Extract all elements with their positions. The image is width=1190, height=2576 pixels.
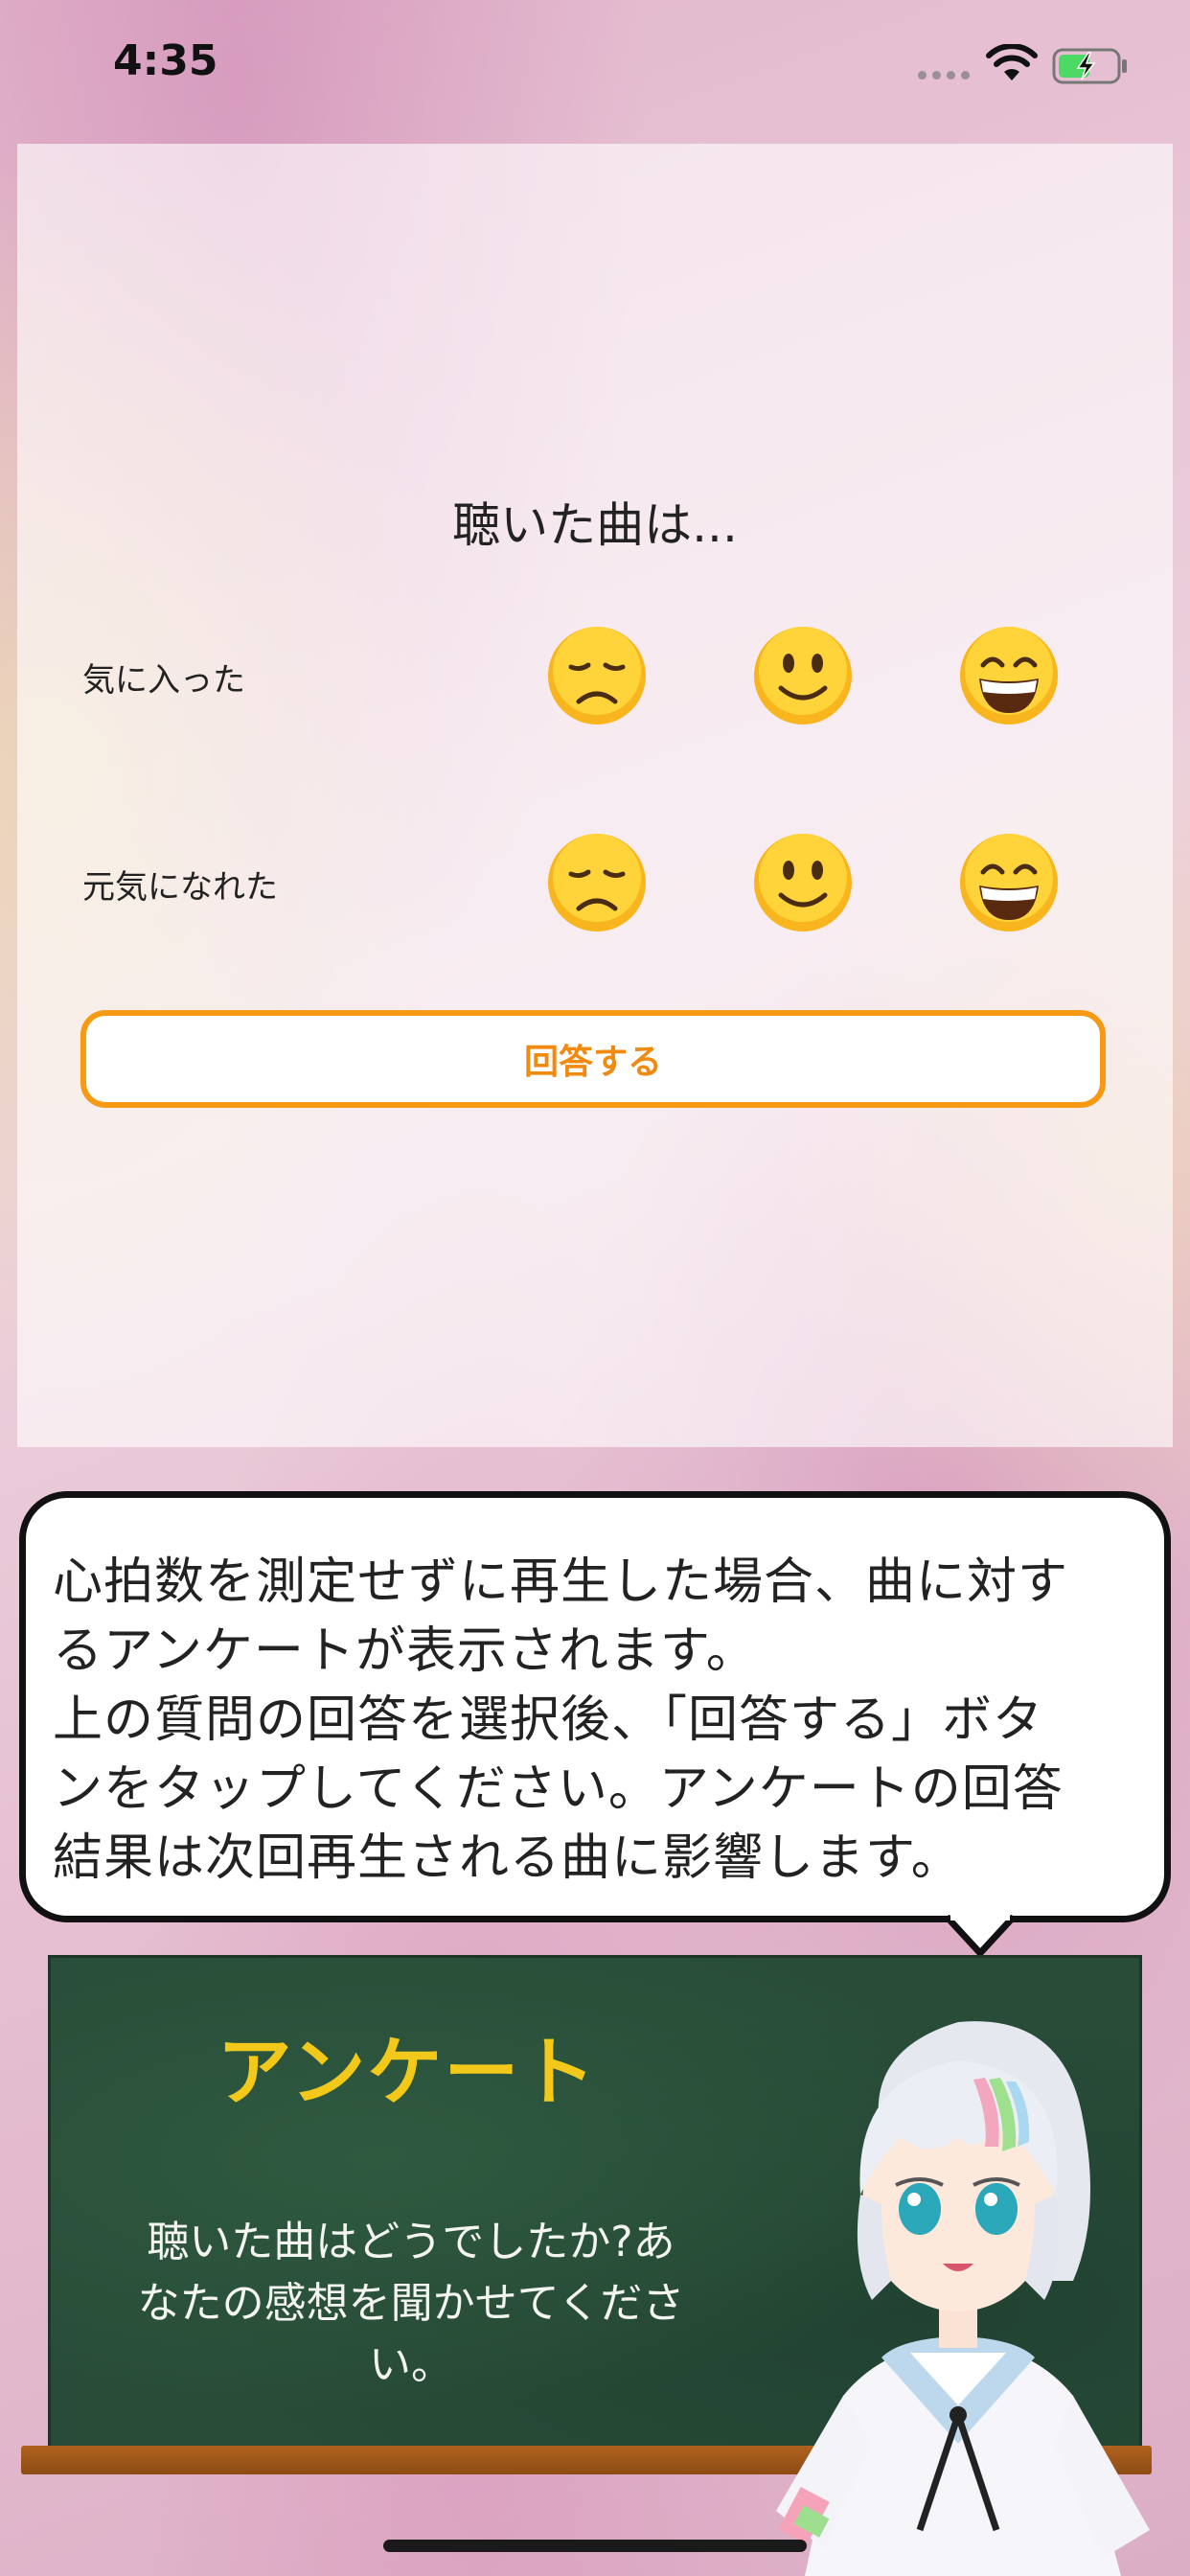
survey-title: 聴いた曲は...	[452, 497, 738, 553]
home-indicator[interactable]	[383, 2540, 807, 2552]
slightly-smiling-face-icon[interactable]	[752, 625, 854, 726]
survey-card	[17, 144, 1173, 1447]
bubble-line: 上の質問の回答を選択後、「回答する」ボタ	[53, 1691, 1044, 1749]
status-bar: 4:35	[0, 0, 1190, 134]
board-line: い。	[369, 2340, 453, 2389]
submit-answer-button[interactable]: 回答する	[80, 1010, 1106, 1108]
bubble-line: 結果は次回再生される曲に影響します。	[53, 1829, 962, 1887]
board-title: アンケート	[217, 2030, 598, 2116]
board-text: 聴いた曲はどうでしたか?あ なたの感想を聞かせてくださ い。	[80, 2212, 742, 2396]
question-label-energized: 元気になれた	[82, 868, 278, 907]
disappointed-face-icon[interactable]	[546, 832, 648, 933]
bubble-line: 心拍数を測定せずに再生した場合、曲に対す	[53, 1553, 1069, 1611]
wifi-icon	[986, 44, 1038, 80]
battery-charging-icon	[1052, 48, 1127, 84]
signal-dots-icon	[918, 71, 970, 80]
slightly-smiling-face-icon[interactable]	[752, 832, 854, 933]
grinning-face-icon[interactable]	[958, 832, 1060, 933]
speech-bubble: 心拍数を測定せずに再生した場合、曲に対す るアンケートが表示されます。 上の質問…	[19, 1491, 1171, 1922]
question-label-liked: 気に入った	[82, 661, 245, 700]
bubble-line: ンをタップしてください。アンケートの回答	[53, 1760, 1064, 1818]
bubble-line: るアンケートが表示されます。	[53, 1622, 757, 1680]
board-line: なたの感想を聞かせてくださ	[137, 2279, 685, 2328]
grinning-face-icon[interactable]	[958, 625, 1060, 726]
board-line: 聴いた曲はどうでしたか?あ	[147, 2218, 675, 2266]
speech-bubble-tail	[945, 1915, 1016, 1957]
character-illustration	[776, 2021, 1150, 2576]
disappointed-face-icon[interactable]	[546, 625, 648, 726]
status-time: 4:35	[113, 36, 218, 85]
